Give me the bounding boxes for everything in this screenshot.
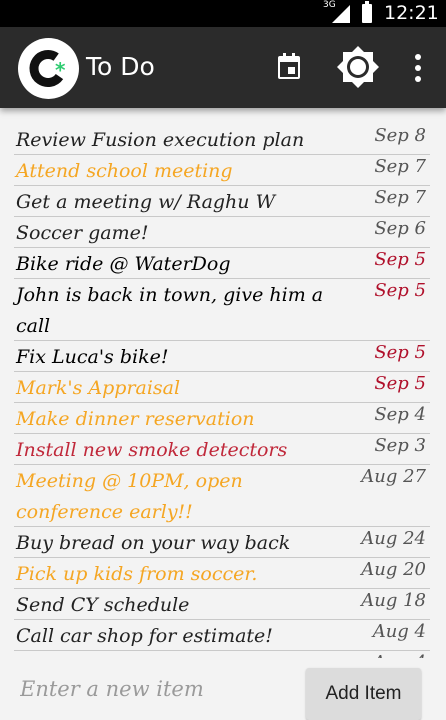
item-date: Sep 7	[374, 187, 426, 208]
item-text: Call car shop for estimate!	[16, 625, 273, 647]
list-item[interactable]: Bike ride @ WaterDog Sep 5	[14, 247, 430, 279]
app-bar: * To Do	[0, 27, 446, 108]
todo-list[interactable]: Review Fusion execution plan Sep 8 Attend …	[0, 123, 446, 658]
list-item[interactable]: Meeting @ 10PM, open conference early!! Au…	[14, 464, 430, 527]
list-item[interactable]: Send CY schedule Aug 18	[14, 588, 430, 620]
item-date: Sep 5	[374, 342, 426, 363]
brightness-icon[interactable]	[335, 44, 381, 90]
item-date: Sep 8	[374, 125, 426, 146]
overflow-menu-icon[interactable]	[408, 51, 428, 85]
item-text: Mark's Appraisal	[16, 377, 181, 399]
list-item[interactable]: Make dinner reservation Sep 4	[14, 402, 430, 434]
item-text: Bike ride @ WaterDog	[16, 253, 231, 275]
item-text: Fix Luca's bike!	[16, 346, 169, 368]
item-date: Aug 24	[361, 528, 426, 549]
list-item[interactable]: Buy bread on your way back Aug 24	[14, 526, 430, 558]
item-date: Aug 20	[361, 559, 426, 580]
list-item[interactable]: Review Fusion execution plan Sep 8	[14, 123, 430, 155]
item-text: Buy bread on your way back	[16, 532, 291, 554]
list-item[interactable]: Plan Summer vacationAug 4	[14, 650, 430, 658]
item-text: Pick up kids from soccer.	[16, 563, 258, 585]
item-text: Get a meeting w/ Raghu W	[16, 191, 276, 213]
list-item[interactable]: Install new smoke detectors Sep 3	[14, 433, 430, 465]
app-title: To Do	[86, 52, 155, 81]
item-date: Sep 4	[374, 404, 426, 425]
item-text: Make dinner reservation	[16, 408, 255, 430]
logo-accent: *	[55, 58, 66, 82]
entry-bar: Add Item	[0, 658, 446, 720]
calendar-icon[interactable]	[274, 52, 304, 82]
item-date: Sep 5	[374, 280, 426, 301]
add-item-button[interactable]: Add Item	[306, 668, 421, 720]
item-date: Aug 4	[373, 650, 426, 658]
item-date: Sep 5	[374, 373, 426, 394]
item-text: Soccer game!	[16, 222, 149, 244]
signal-icon	[332, 5, 350, 23]
item-date: Sep 6	[374, 218, 426, 239]
item-text-continued: conference early!!	[16, 501, 193, 523]
item-text-continued: call	[16, 315, 51, 337]
item-text: Review Fusion execution plan	[16, 129, 305, 151]
item-date: Sep 7	[374, 156, 426, 177]
list-item[interactable]: Soccer game! Sep 6	[14, 216, 430, 248]
item-date: Aug 4	[372, 621, 426, 642]
item-text: John is back in town, give him a	[16, 284, 324, 306]
list-item[interactable]: Call car shop for estimate! Aug 4	[14, 619, 430, 651]
item-date: Sep 5	[374, 249, 426, 270]
item-text: Install new smoke detectors	[16, 439, 288, 461]
battery-icon	[362, 1, 372, 23]
clock: 12:21	[384, 2, 439, 24]
item-date: Aug 18	[361, 590, 426, 611]
list-item[interactable]: John is back in town, give him a call Sep …	[14, 278, 430, 341]
list-item[interactable]: Attend school meeting Sep 7	[14, 154, 430, 186]
list-item[interactable]: Fix Luca's bike! Sep 5	[14, 340, 430, 372]
new-item-input[interactable]	[18, 666, 294, 712]
logo-icon: *	[18, 38, 79, 99]
list-item[interactable]: Get a meeting w/ Raghu W Sep 7	[14, 185, 430, 217]
list-item[interactable]: Pick up kids from soccer. Aug 20	[14, 557, 430, 589]
item-date: Aug 27	[361, 466, 426, 487]
item-text: Attend school meeting	[16, 160, 233, 182]
item-text: Meeting @ 10PM, open	[16, 470, 243, 492]
item-text: Send CY schedule	[16, 594, 190, 616]
status-bar: 3G 12:21	[0, 0, 446, 27]
list-item[interactable]: Mark's Appraisal Sep 5	[14, 371, 430, 403]
item-date: Sep 3	[374, 435, 426, 456]
